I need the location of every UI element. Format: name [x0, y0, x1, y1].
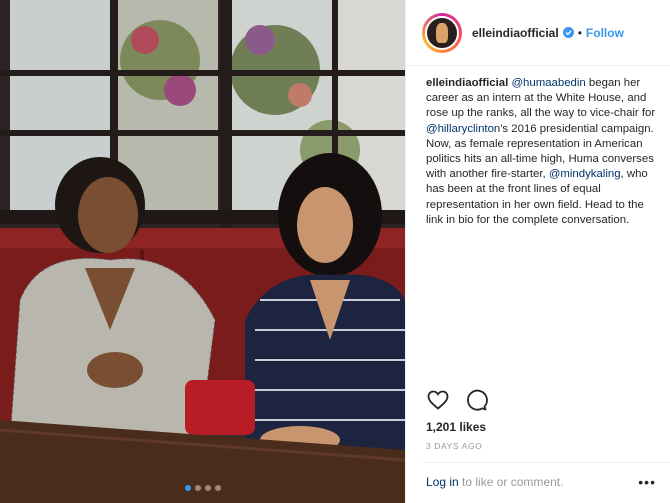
mention-link[interactable]: @mindykaling	[549, 168, 621, 180]
post-header: elleindiaofficial • Follow	[406, 0, 670, 66]
heart-icon[interactable]	[426, 388, 450, 412]
caption-username[interactable]: elleindiaofficial	[426, 77, 508, 89]
comment-prompt-rest: to like or comment.	[458, 475, 564, 489]
post-caption: elleindiaofficial @humaabedin began her …	[406, 66, 670, 228]
divider	[422, 462, 670, 463]
likes-count[interactable]: 1,201 likes	[426, 420, 486, 434]
mention-link[interactable]: @hillaryclinton	[426, 123, 500, 135]
carousel-dot	[194, 485, 201, 491]
avatar-image	[425, 15, 459, 50]
post-photo[interactable]	[0, 0, 405, 503]
more-options-icon[interactable]: •••	[638, 474, 656, 490]
post-side-panel: elleindiaofficial • Follow elleindiaoffi…	[405, 0, 670, 503]
comment-prompt: Log in to like or comment. •••	[426, 474, 656, 490]
username-link[interactable]: elleindiaofficial	[472, 26, 559, 40]
photo-illustration	[0, 0, 405, 503]
follow-button[interactable]: Follow	[586, 26, 624, 40]
mention-link[interactable]: @humaabedin	[511, 77, 585, 89]
post-timestamp[interactable]: 3 DAYS AGO	[426, 441, 482, 451]
comment-icon[interactable]	[464, 388, 488, 412]
carousel-dot	[204, 485, 211, 491]
instagram-post: elleindiaofficial • Follow elleindiaoffi…	[0, 0, 670, 503]
comment-prompt-text: Log in to like or comment.	[426, 475, 563, 489]
avatar[interactable]	[422, 12, 462, 53]
carousel-indicator	[0, 485, 405, 491]
separator-dot: •	[577, 25, 582, 40]
carousel-dot	[214, 485, 221, 491]
post-actions	[426, 388, 488, 412]
login-link[interactable]: Log in	[426, 475, 459, 489]
carousel-dot	[184, 485, 191, 491]
verified-badge-icon	[562, 27, 574, 38]
